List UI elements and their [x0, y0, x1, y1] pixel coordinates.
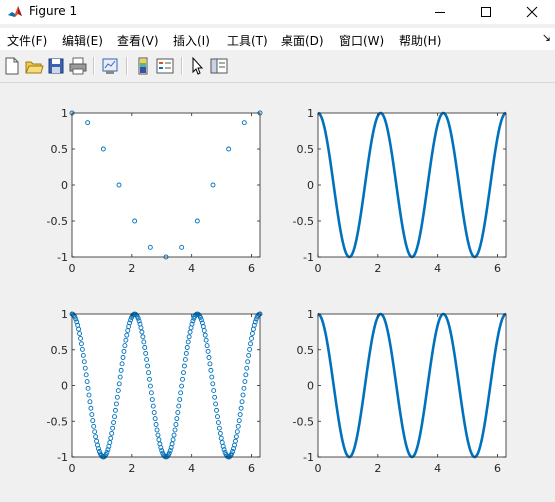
maximize-button[interactable]: [463, 0, 509, 24]
x-tick-label: 0: [69, 462, 76, 475]
y-tick-label: 1: [307, 107, 314, 120]
y-tick-label: 0.5: [51, 143, 69, 156]
menu-help[interactable]: 帮助(H): [399, 32, 441, 49]
y-tick-label: 0.5: [51, 344, 69, 357]
toolbar-separator: [126, 57, 128, 75]
window-title: Figure 1: [29, 4, 78, 18]
y-tick-label: 0.5: [297, 143, 315, 156]
minimize-button[interactable]: [417, 0, 463, 24]
figure-toolbar: [0, 52, 555, 80]
y-tick-label: 1: [61, 308, 68, 321]
menu-file[interactable]: 文件(F): [7, 32, 47, 49]
minimize-icon: [435, 12, 445, 13]
y-tick-label: 1: [307, 308, 314, 321]
y-tick-label: -1: [303, 451, 314, 464]
y-tick-label: 0: [307, 380, 314, 393]
x-tick-label: 4: [434, 262, 441, 275]
x-tick-label: 6: [248, 462, 255, 475]
title-bar: Figure 1: [0, 0, 555, 24]
x-tick-label: 0: [69, 262, 76, 275]
y-tick-label: 0: [61, 179, 68, 192]
y-tick-label: 0.5: [297, 344, 315, 357]
print-icon[interactable]: [67, 55, 89, 77]
maximize-icon: [481, 7, 491, 17]
figure-canvas: 0 2 4 6 -1 -0.5 0 0.5 1 0 2 4 6 -1 -0.5 0 0.5 1 0 2 4 6 -1 -0.5…: [0, 82, 555, 498]
subplot-3: 0 2 4 6 -1 -0.5 0 0.5 1: [47, 308, 263, 475]
property-inspector-icon[interactable]: [208, 55, 230, 77]
dock-arrow-icon[interactable]: ↘: [542, 31, 551, 44]
toolbar-separator: [181, 57, 183, 75]
y-tick-label: -1: [57, 451, 68, 464]
subplot-1: 0 2 4 6 -1 -0.5 0 0.5 1: [47, 107, 263, 275]
menu-insert[interactable]: 插入(I): [173, 32, 210, 49]
menu-edit[interactable]: 编辑(E): [62, 32, 103, 49]
menu-bar: 文件(F) 编辑(E) 查看(V) 插入(I) 工具(T) 桌面(D) 窗口(W…: [0, 28, 555, 50]
menu-tools[interactable]: 工具(T): [227, 32, 268, 49]
x-tick-label: 6: [248, 262, 255, 275]
link-plot-icon[interactable]: [99, 55, 121, 77]
x-tick-label: 2: [374, 462, 381, 475]
axes-background: [72, 113, 260, 257]
edit-plot-arrow-icon[interactable]: [186, 55, 208, 77]
axes-background: [72, 314, 260, 457]
x-tick-label: 2: [128, 462, 135, 475]
y-tick-label: -0.5: [293, 415, 314, 428]
axes-background: [318, 113, 506, 257]
y-tick-label: 0: [307, 179, 314, 192]
close-button[interactable]: [509, 0, 555, 24]
y-tick-label: -1: [303, 251, 314, 264]
plot-area: 0 2 4 6 -1 -0.5 0 0.5 1 0 2 4 6 -1 -0.5 0 0.5 1 0 2 4 6 -1 -0.5…: [47, 107, 507, 475]
matlab-logo-icon: [8, 6, 22, 17]
new-figure-icon[interactable]: [1, 55, 23, 77]
x-tick-label: 6: [494, 262, 501, 275]
save-icon[interactable]: [45, 55, 67, 77]
x-tick-label: 4: [188, 462, 195, 475]
axes-background: [318, 314, 506, 457]
x-tick-label: 2: [128, 262, 135, 275]
insert-colorbar-icon[interactable]: [132, 55, 154, 77]
toolbar-separator: [93, 57, 95, 75]
insert-legend-icon[interactable]: [154, 55, 176, 77]
x-tick-label: 0: [315, 262, 322, 275]
y-tick-label: -0.5: [293, 215, 314, 228]
y-tick-label: -0.5: [47, 215, 68, 228]
x-tick-label: 0: [315, 462, 322, 475]
close-icon: [526, 6, 538, 18]
y-tick-label: 1: [61, 107, 68, 120]
y-tick-label: -1: [57, 251, 68, 264]
open-file-icon[interactable]: [23, 55, 45, 77]
x-tick-label: 4: [188, 262, 195, 275]
x-tick-label: 4: [434, 462, 441, 475]
y-tick-label: -0.5: [47, 415, 68, 428]
subplot-4: 0 2 4 6 -1 -0.5 0 0.5 1: [293, 308, 507, 475]
subplot-2: 0 2 4 6 -1 -0.5 0 0.5 1: [293, 107, 507, 275]
menu-desktop[interactable]: 桌面(D): [281, 32, 324, 49]
menu-view[interactable]: 查看(V): [117, 32, 159, 49]
y-tick-label: 0: [61, 380, 68, 393]
menu-window[interactable]: 窗口(W): [339, 32, 384, 49]
x-tick-label: 6: [494, 462, 501, 475]
x-tick-label: 2: [374, 262, 381, 275]
